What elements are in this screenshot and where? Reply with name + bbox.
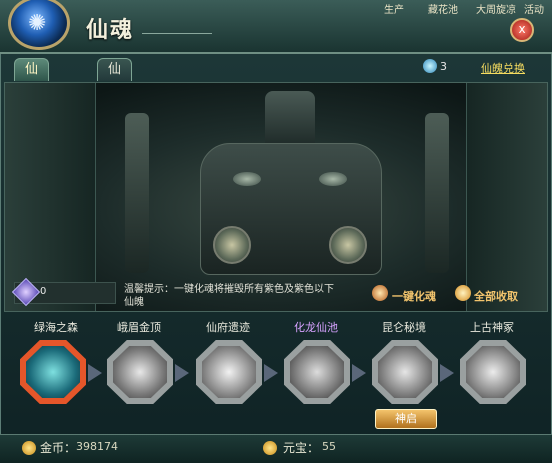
statue-right-eye [319, 172, 347, 186]
stage-4[interactable] [284, 340, 350, 404]
stage-3[interactable] [196, 340, 262, 404]
spirit-logo-icon: ✺ [8, 0, 70, 50]
exploration-scene [4, 82, 548, 312]
gem-count: 3 [440, 60, 447, 73]
statue-crown [265, 91, 315, 146]
yuanbao-icon [263, 441, 277, 455]
tab-backpack[interactable]: 仙魂背包 [97, 58, 133, 143]
statue-right-orb [329, 226, 367, 264]
yuanbao-value: 55 [322, 440, 336, 453]
arrow-icon-4 [352, 364, 366, 382]
guardian-statue [200, 143, 382, 275]
top-strip: 生产 藏花池 大周旋凉 活动 [372, 0, 552, 16]
right-pillar [425, 113, 449, 273]
arrow-icon-2 [175, 364, 189, 382]
redeem-link[interactable]: 仙魄兑换 [481, 60, 525, 76]
crystal-value: 0 [40, 286, 47, 297]
gold-coin-icon [22, 441, 36, 455]
yuanbao-label: 元宝： [283, 441, 320, 455]
stage-5[interactable] [372, 340, 438, 404]
stage-label-4: 化龙仙池 [294, 321, 338, 334]
arrow-icon-5 [440, 364, 454, 382]
bag-icon[interactable] [455, 285, 471, 301]
left-cliff [5, 83, 96, 311]
gold-label: 金币： [40, 441, 77, 455]
spirit-gem-icon [423, 59, 437, 73]
gold-value: 398174 [76, 440, 118, 453]
statue-left-orb [213, 226, 251, 264]
left-pillar [125, 113, 149, 273]
shenqi-button[interactable]: 神启 [375, 409, 437, 429]
collect-all-button[interactable]: 全部收取 [474, 288, 518, 304]
top-item-2[interactable]: 藏花池 [428, 1, 458, 16]
stage-6[interactable] [460, 340, 526, 404]
stage-1[interactable] [20, 340, 86, 404]
conch-icon[interactable] [372, 285, 388, 301]
one-click-button[interactable]: 一键化魂 [392, 288, 436, 304]
stage-labels: 绿海之森 峨眉金顶 仙府遗迹 化龙仙池 昆仑秘境 上古神冢 [0, 319, 552, 335]
top-item-1[interactable]: 生产 [384, 1, 404, 16]
stage-label-2: 峨眉金顶 [117, 321, 161, 334]
top-item-4[interactable]: 活动 [524, 1, 544, 16]
top-item-3[interactable]: 大周旋凉 [476, 1, 516, 16]
title-divider [142, 33, 212, 34]
close-button[interactable]: x [510, 18, 534, 42]
stage-label-1: 绿海之森 [34, 321, 78, 334]
arrow-icon-1 [88, 364, 102, 382]
tab-explore[interactable]: 仙魂探索 [14, 58, 50, 143]
arrow-icon-3 [264, 364, 278, 382]
stage-label-5: 昆仑秘境 [382, 321, 426, 334]
statue-left-eye [233, 172, 261, 186]
stage-label-6: 上古神冢 [470, 321, 514, 334]
right-cliff [466, 83, 547, 311]
window-title: 仙魂 [86, 18, 135, 43]
tip-text: 温馨提示：一键化魂将摧毁所有紫色及紫色以下仙魄 [124, 284, 334, 308]
stage-2[interactable] [107, 340, 173, 404]
swirl-icon: ✺ [28, 11, 47, 36]
stage-label-3: 仙府遗迹 [206, 321, 250, 334]
